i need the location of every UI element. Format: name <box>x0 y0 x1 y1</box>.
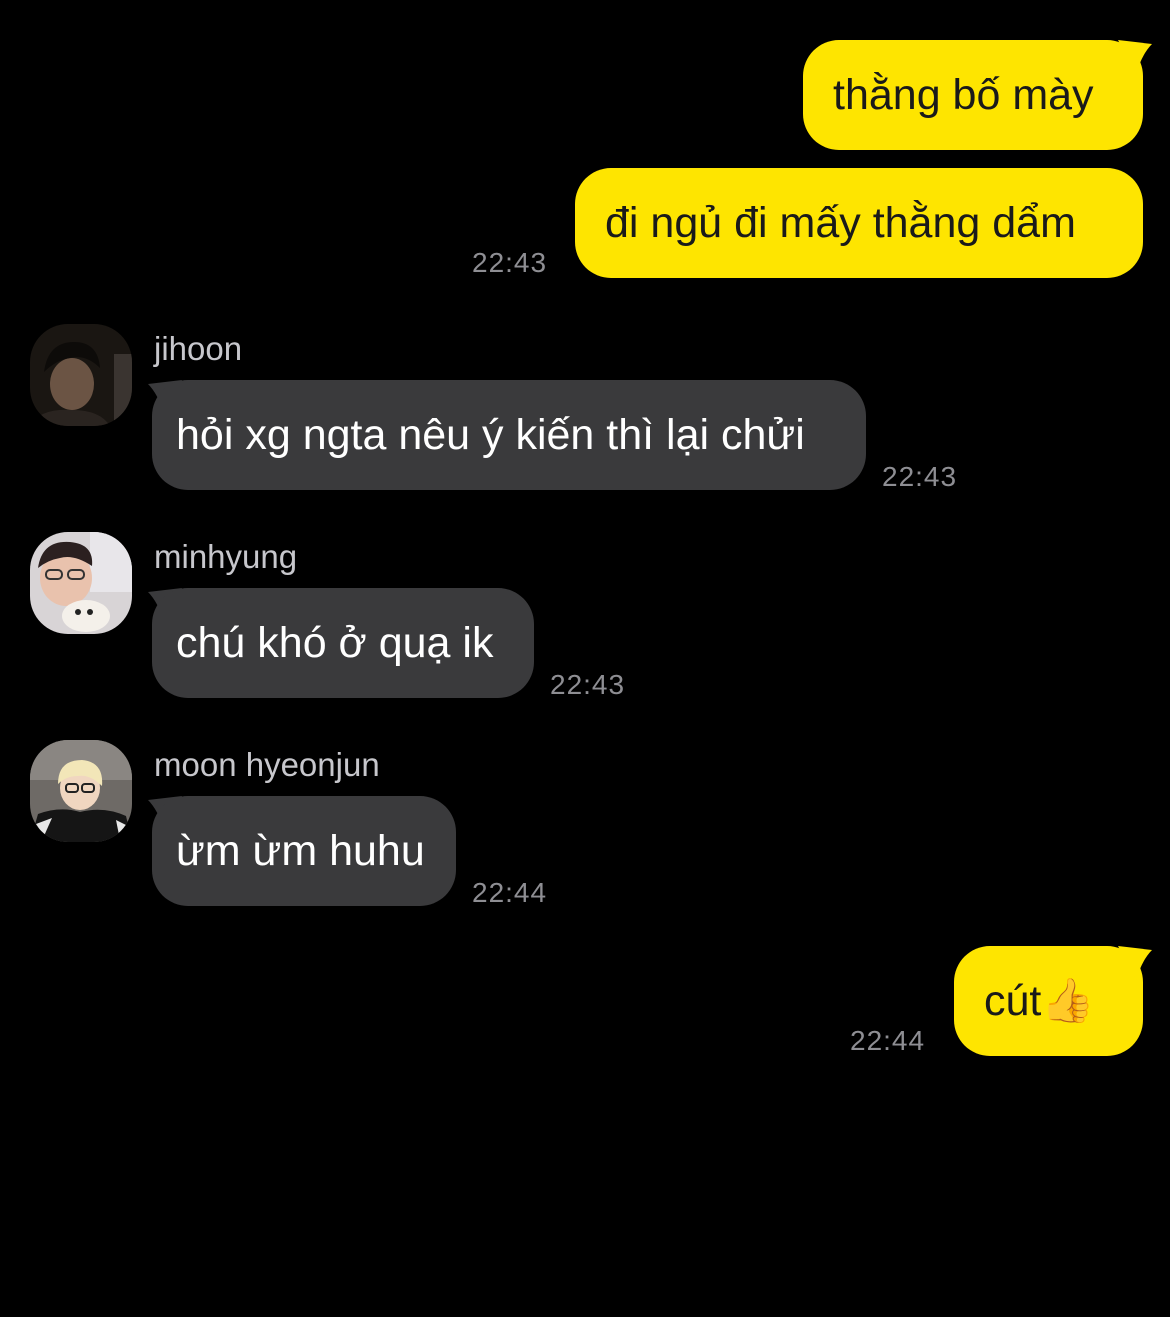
avatar-minhyung[interactable] <box>30 532 132 634</box>
incoming-message-bubble[interactable]: hỏi xg ngta nêu ý kiến thì lại chửi <box>152 380 866 490</box>
avatar-moon-hyeonjun[interactable] <box>30 740 132 842</box>
outgoing-message-bubble[interactable]: thằng bố mày <box>803 40 1143 150</box>
message-timestamp: 22:43 <box>472 247 548 278</box>
chat-screen: { "messages": [ {"side": "out", "text": … <box>0 0 1170 1317</box>
incoming-message-bubble[interactable]: ừm ừm huhu <box>152 796 456 906</box>
sender-name: jihoon <box>154 330 243 367</box>
message-timestamp: 22:44 <box>472 877 548 908</box>
sender-name: minhyung <box>154 538 298 575</box>
outgoing-message-bubble[interactable]: đi ngủ đi mấy thằng dẩm <box>575 168 1143 278</box>
sender-name: moon hyeonjun <box>154 746 380 783</box>
avatar-jihoon[interactable] <box>30 324 132 426</box>
bubble-tail <box>1118 40 1152 74</box>
bubble-tail <box>1118 946 1152 980</box>
incoming-message-bubble[interactable]: chú khó ở quạ ik <box>152 588 534 698</box>
message-timestamp: 22:44 <box>850 1025 926 1056</box>
message-timestamp: 22:43 <box>882 461 958 492</box>
message-timestamp: 22:43 <box>550 669 626 700</box>
thumbs-up-emoji: 👍 <box>1041 977 1095 1025</box>
outgoing-message-bubble[interactable]: cút👍 <box>954 946 1143 1056</box>
message-text: cút <box>984 977 1042 1025</box>
